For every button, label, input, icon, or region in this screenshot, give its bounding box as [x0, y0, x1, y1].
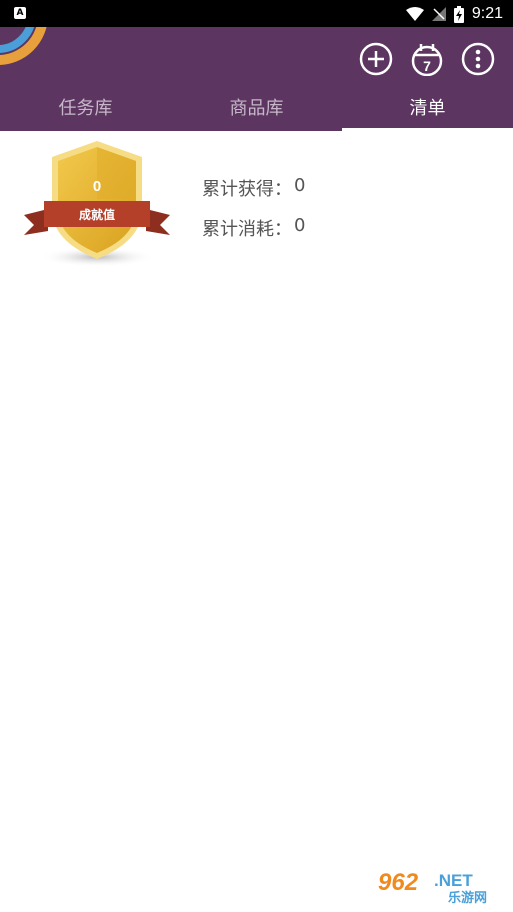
battery-charging-icon — [453, 5, 464, 23]
app-bar: 7 任务库 商品库 清单 — [0, 27, 513, 131]
toolbar-actions: 7 — [358, 41, 495, 76]
more-vert-icon — [461, 42, 494, 75]
site-watermark-logo: 962 .NET 乐游网 — [374, 866, 508, 906]
checklist-page: 0 成就值 累计获得： 0 累计消耗： 0 — [0, 131, 513, 912]
tab-product-library[interactable]: 商品库 — [171, 83, 342, 131]
app-notification-icon: A — [14, 7, 26, 19]
add-button[interactable] — [358, 41, 393, 76]
total-earned-row: 累计获得： 0 — [202, 175, 305, 215]
achievement-badge: 0 成就值 — [24, 141, 170, 267]
status-icons: 9:21 — [405, 4, 503, 24]
total-earned-value: 0 — [294, 175, 306, 196]
watermark-subtitle: 乐游网 — [448, 890, 487, 906]
status-bar: A 9:21 — [0, 0, 513, 27]
watermark-suffix: .NET — [434, 871, 473, 890]
tab-bar: 任务库 商品库 清单 — [0, 83, 513, 131]
wifi-icon — [405, 7, 424, 21]
more-options-button[interactable] — [460, 41, 495, 76]
achievement-ribbon-label: 成就值 — [79, 207, 115, 222]
calendar-button[interactable]: 7 — [409, 41, 444, 76]
achievement-value: 0 — [93, 178, 101, 195]
total-earned-label: 累计获得： — [202, 179, 292, 200]
add-icon — [359, 42, 392, 75]
achievement-stats: 累计获得： 0 累计消耗： 0 — [202, 175, 305, 255]
clock: 9:21 — [471, 5, 503, 22]
total-spent-label: 累计消耗： — [202, 219, 292, 240]
total-spent-value: 0 — [294, 215, 306, 236]
calendar-day: 7 — [423, 58, 431, 74]
total-spent-row: 累计消耗： 0 — [202, 215, 305, 255]
tab-task-library[interactable]: 任务库 — [0, 83, 171, 131]
no-signal-icon — [431, 7, 446, 21]
tab-checklist[interactable]: 清单 — [342, 83, 513, 131]
calendar-icon: 7 — [411, 43, 442, 76]
watermark-brand: 962 — [378, 869, 419, 896]
